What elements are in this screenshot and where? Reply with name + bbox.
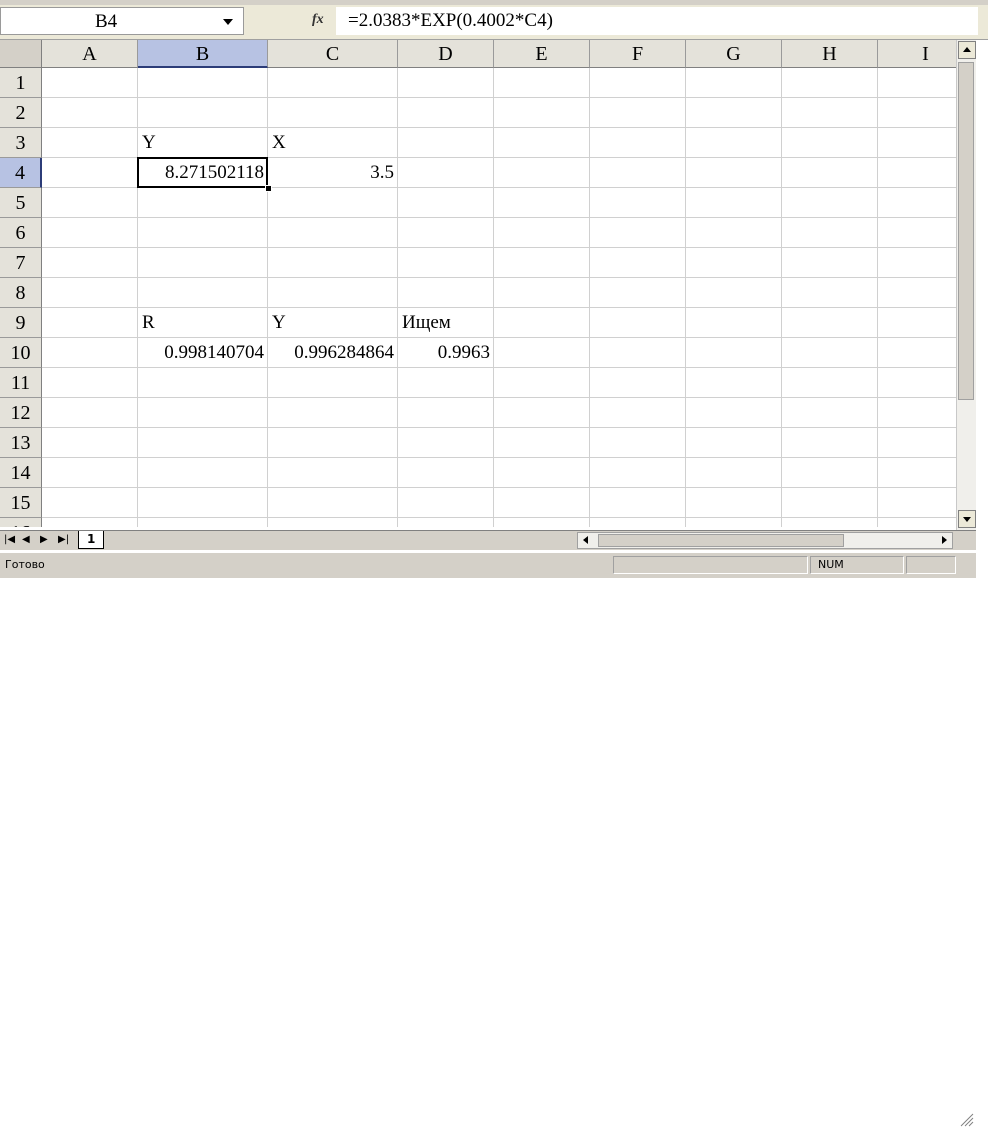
column-header-c[interactable]: C bbox=[268, 40, 398, 68]
sheet-tab-1[interactable]: 1 bbox=[78, 531, 104, 549]
gridline bbox=[42, 247, 956, 248]
chevron-down-icon[interactable] bbox=[223, 19, 233, 25]
gridline bbox=[42, 307, 956, 308]
row-header-16[interactable]: 16 bbox=[0, 518, 42, 527]
row-header-4[interactable]: 4 bbox=[0, 158, 42, 188]
gridline bbox=[42, 427, 956, 428]
column-header-i[interactable]: I bbox=[878, 40, 956, 68]
row-header-12[interactable]: 12 bbox=[0, 398, 42, 428]
horizontal-scrollbar[interactable] bbox=[577, 532, 953, 549]
gridline bbox=[42, 487, 956, 488]
cell-d9[interactable]: Ищем bbox=[398, 308, 451, 338]
column-header-d[interactable]: D bbox=[398, 40, 494, 68]
cell-c3[interactable]: X bbox=[268, 128, 286, 158]
vertical-scroll-thumb[interactable] bbox=[958, 62, 974, 400]
window-bottom-edge bbox=[0, 578, 988, 596]
gridline bbox=[42, 517, 956, 518]
spreadsheet-grid[interactable]: A B C D E F G H I 1 2 3 4 5 6 7 8 9 10 1… bbox=[0, 40, 956, 527]
cell-b9[interactable]: R bbox=[138, 308, 155, 338]
cell-c4[interactable]: 3.5 bbox=[268, 158, 398, 188]
cell-c10[interactable]: 0.996284864 bbox=[268, 338, 398, 368]
gridline bbox=[42, 457, 956, 458]
status-pane bbox=[906, 556, 956, 574]
gridline bbox=[397, 68, 398, 527]
row-header-9[interactable]: 9 bbox=[0, 308, 42, 338]
column-header-h[interactable]: H bbox=[782, 40, 878, 68]
column-header-b[interactable]: B bbox=[138, 40, 268, 68]
name-box-value: B4 bbox=[95, 11, 118, 32]
sheet-tab-bar: |◀ ◀ ▶ ▶| 1 bbox=[0, 530, 976, 550]
window-right-edge bbox=[976, 40, 988, 596]
gridline bbox=[42, 397, 956, 398]
name-box[interactable]: B4 bbox=[0, 7, 244, 35]
row-header-10[interactable]: 10 bbox=[0, 338, 42, 368]
row-header-14[interactable]: 14 bbox=[0, 458, 42, 488]
row-header-7[interactable]: 7 bbox=[0, 248, 42, 278]
arrow-left-icon[interactable] bbox=[583, 536, 588, 544]
cell-d10[interactable]: 0.9963 bbox=[398, 338, 494, 368]
scroll-down-button[interactable] bbox=[958, 510, 976, 528]
gridline bbox=[685, 68, 686, 527]
column-header-e[interactable]: E bbox=[494, 40, 590, 68]
active-cell-border bbox=[137, 157, 268, 188]
scroll-up-button[interactable] bbox=[958, 41, 976, 59]
first-sheet-icon[interactable]: |◀ bbox=[4, 533, 15, 547]
status-bar: Готово NUM bbox=[0, 552, 976, 1127]
row-header-1[interactable]: 1 bbox=[0, 68, 42, 98]
row-header-3[interactable]: 3 bbox=[0, 128, 42, 158]
arrow-up-icon bbox=[963, 47, 971, 52]
row-header-11[interactable]: 11 bbox=[0, 368, 42, 398]
previous-sheet-icon[interactable]: ◀ bbox=[22, 533, 30, 547]
status-ready: Готово bbox=[5, 558, 45, 571]
select-all-corner[interactable] bbox=[0, 40, 42, 68]
fill-handle[interactable] bbox=[265, 185, 272, 192]
row-header-2[interactable]: 2 bbox=[0, 98, 42, 128]
formula-input[interactable]: =2.0383*EXP(0.4002*C4) bbox=[336, 7, 978, 35]
column-header-g[interactable]: G bbox=[686, 40, 782, 68]
formula-text: =2.0383*EXP(0.4002*C4) bbox=[348, 10, 553, 31]
row-header-6[interactable]: 6 bbox=[0, 218, 42, 248]
insert-function-icon[interactable]: fx bbox=[312, 12, 324, 28]
gridline bbox=[42, 217, 956, 218]
gridline bbox=[877, 68, 878, 527]
row-header-8[interactable]: 8 bbox=[0, 278, 42, 308]
row-header-13[interactable]: 13 bbox=[0, 428, 42, 458]
arrow-right-icon[interactable] bbox=[942, 536, 947, 544]
row-header-15[interactable]: 15 bbox=[0, 488, 42, 518]
vertical-scrollbar[interactable] bbox=[956, 40, 976, 530]
num-lock-indicator: NUM bbox=[818, 558, 844, 571]
horizontal-scroll-thumb[interactable] bbox=[598, 534, 844, 547]
gridline bbox=[781, 68, 782, 527]
status-pane bbox=[613, 556, 808, 574]
gridline bbox=[493, 68, 494, 527]
formula-bar: B4 fx =2.0383*EXP(0.4002*C4) bbox=[0, 5, 988, 40]
last-sheet-icon[interactable]: ▶| bbox=[58, 533, 69, 547]
cell-b3[interactable]: Y bbox=[138, 128, 156, 158]
gridline bbox=[42, 97, 956, 98]
gridline bbox=[589, 68, 590, 527]
column-header-f[interactable]: F bbox=[590, 40, 686, 68]
resize-grip-icon[interactable] bbox=[958, 1111, 974, 1127]
arrow-down-icon bbox=[963, 517, 971, 522]
gridline bbox=[42, 277, 956, 278]
column-header-a[interactable]: A bbox=[42, 40, 138, 68]
gridline bbox=[42, 127, 956, 128]
cell-c9[interactable]: Y bbox=[268, 308, 286, 338]
next-sheet-icon[interactable]: ▶ bbox=[40, 533, 48, 547]
row-header-5[interactable]: 5 bbox=[0, 188, 42, 218]
cell-b10[interactable]: 0.998140704 bbox=[138, 338, 268, 368]
